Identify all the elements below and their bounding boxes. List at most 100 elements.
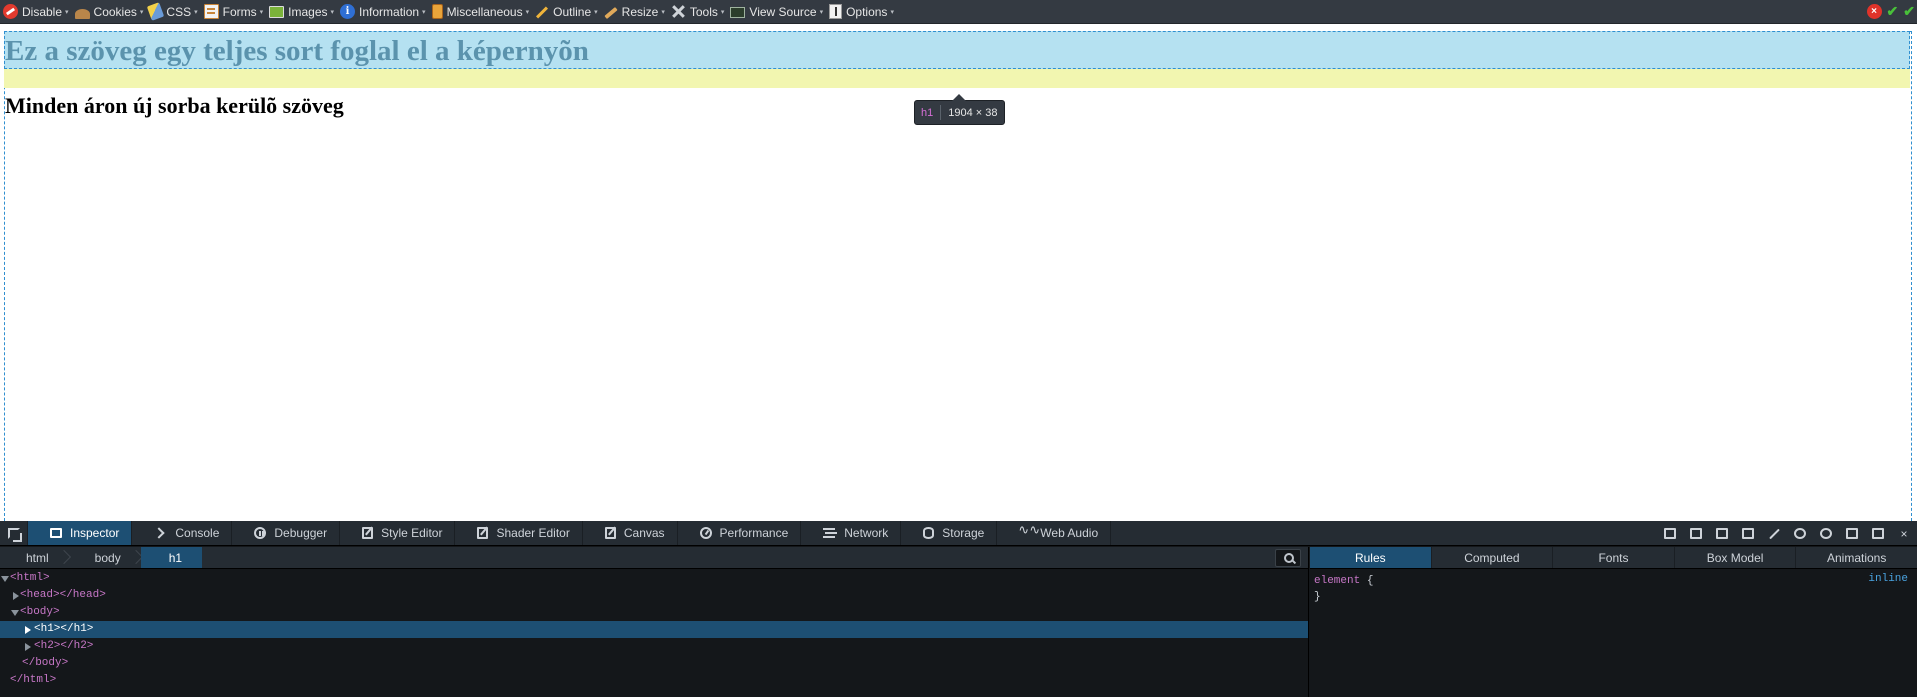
camera-icon xyxy=(1794,528,1806,539)
toolbar-information[interactable]: i Information ▾ xyxy=(339,0,431,24)
performance-icon xyxy=(699,527,712,539)
cookie-icon xyxy=(74,8,90,19)
paint-flashing-button[interactable] xyxy=(1709,521,1735,546)
breadcrumb-html[interactable]: html xyxy=(0,547,69,568)
page-viewport: Ez a szöveg egy teljes sort foglal el a … xyxy=(0,25,1917,521)
chevron-down-icon: ▾ xyxy=(819,8,824,16)
rules-view: element { } inline xyxy=(1310,569,1917,605)
rule-close-brace: } xyxy=(1314,591,1321,603)
storage-icon xyxy=(923,527,935,539)
page-heading-1: Ez a szöveg egy teljes sort foglal el a … xyxy=(5,35,589,67)
twisty-open-icon[interactable] xyxy=(1,576,9,582)
tab-network[interactable]: Network xyxy=(801,521,902,545)
chevron-down-icon: ▾ xyxy=(259,8,264,16)
responsive-mode-button[interactable] xyxy=(1735,521,1761,546)
check-icon[interactable]: ✔ xyxy=(1903,4,1915,19)
devtools-toolbox-buttons: × xyxy=(1657,521,1917,546)
toolbar-disable[interactable]: Disable ▾ xyxy=(2,0,74,24)
view-source-icon xyxy=(730,7,746,18)
tab-style-editor[interactable]: Style Editor xyxy=(340,521,456,545)
toolbar-images[interactable]: Images ▾ xyxy=(268,0,339,24)
highlighter-infobar: h1 1904 × 38 xyxy=(914,94,1005,125)
frame-select-button[interactable] xyxy=(1657,521,1683,546)
options-button[interactable] xyxy=(1813,521,1839,546)
chevron-down-icon: ▾ xyxy=(422,8,426,16)
tab-box-model[interactable]: Box Model xyxy=(1675,547,1797,568)
toolbar-outline[interactable]: Outline ▾ xyxy=(534,0,603,24)
forms-icon xyxy=(203,4,219,19)
tab-rules[interactable]: Rules xyxy=(1310,547,1432,568)
toolbar-tools[interactable]: Tools ▾ xyxy=(670,0,730,24)
breadcrumb-h1[interactable]: h1 xyxy=(140,547,203,568)
tree-node-html-close[interactable]: </html> xyxy=(0,672,1308,689)
page-heading-2: Minden áron új sorba kerülõ szöveg xyxy=(5,93,344,118)
toolbar-view-source[interactable]: View Source ▾ xyxy=(729,0,828,24)
tab-web-audio[interactable]: Web Audio xyxy=(997,521,1112,545)
canvas-icon xyxy=(604,527,616,539)
pick-element-icon xyxy=(7,527,22,542)
tree-node-body-close[interactable]: </body> xyxy=(0,655,1308,672)
split-console-button[interactable] xyxy=(1683,521,1709,546)
sidebar-tabs: Rules Computed Fonts Box Model Animation… xyxy=(1310,547,1917,569)
toolbar-miscellaneous[interactable]: Miscellaneous ▾ xyxy=(431,0,535,24)
dock-side-icon xyxy=(1846,528,1858,539)
inspector-icon xyxy=(50,528,62,538)
chevron-down-icon: ▾ xyxy=(594,8,598,16)
tab-console[interactable]: Console xyxy=(132,521,233,545)
dock-side-button[interactable] xyxy=(1839,521,1865,546)
toolbar-forms[interactable]: Forms ▾ xyxy=(203,0,269,24)
toolbar-options[interactable]: Options ▾ xyxy=(828,0,899,24)
tab-shader-editor[interactable]: Shader Editor xyxy=(455,521,583,545)
tab-canvas[interactable]: Canvas xyxy=(583,521,678,545)
tab-animations[interactable]: Animations xyxy=(1796,547,1917,568)
twisty-open-icon[interactable] xyxy=(11,610,19,616)
breadcrumb: html body h1 xyxy=(0,547,1308,569)
rule-open-brace: { xyxy=(1366,575,1374,587)
chevron-down-icon: ▾ xyxy=(65,8,69,16)
style-editor-icon xyxy=(362,527,374,539)
web-audio-icon xyxy=(1018,522,1040,539)
tab-debugger[interactable]: Debugger xyxy=(232,521,341,545)
tab-computed[interactable]: Computed xyxy=(1432,547,1554,568)
sidebar-panel: Rules Computed Fonts Box Model Animation… xyxy=(1310,547,1917,697)
breadcrumb-body[interactable]: body xyxy=(69,547,141,568)
tree-node-html[interactable]: <html> xyxy=(0,570,1308,587)
check-icon[interactable]: ✔ xyxy=(1887,4,1899,19)
chevron-down-icon: ▾ xyxy=(720,8,725,16)
tree-node-h1[interactable]: <h1></h1> xyxy=(0,621,1308,638)
h1-margin-highlight xyxy=(4,69,1910,88)
error-icon[interactable]: × xyxy=(1866,4,1882,19)
chevron-down-icon: ▾ xyxy=(330,8,335,16)
tree-node-head[interactable]: <head></head> xyxy=(0,587,1308,604)
tree-node-body[interactable]: <body> xyxy=(0,604,1308,621)
outline-icon xyxy=(536,6,549,19)
undock-button[interactable] xyxy=(1865,521,1891,546)
toolbar-css[interactable]: CSS ▾ xyxy=(147,0,202,24)
toolbar-resize[interactable]: Resize ▾ xyxy=(603,0,670,24)
tab-storage[interactable]: Storage xyxy=(901,521,998,545)
screenshot-button[interactable] xyxy=(1787,521,1813,546)
twisty-closed-icon[interactable] xyxy=(25,626,31,634)
tab-performance[interactable]: Performance xyxy=(678,521,802,545)
twisty-closed-icon[interactable] xyxy=(13,592,19,600)
undock-icon xyxy=(1872,528,1884,539)
eyedropper-button[interactable] xyxy=(1761,521,1787,546)
eyedropper-icon xyxy=(1768,528,1780,539)
tree-node-h2[interactable]: <h2></h2> xyxy=(0,638,1308,655)
tab-inspector[interactable]: Inspector xyxy=(28,521,133,545)
rule-source-link[interactable]: inline xyxy=(1868,573,1908,585)
frames-icon xyxy=(1664,528,1676,539)
tab-fonts[interactable]: Fonts xyxy=(1553,547,1675,568)
close-devtools-button[interactable]: × xyxy=(1891,521,1917,546)
resize-icon xyxy=(604,6,618,19)
infobar-tag: h1 xyxy=(921,106,934,119)
gear-icon xyxy=(1820,528,1832,539)
infobar-dimensions: 1904 × 38 xyxy=(948,106,998,119)
twisty-closed-icon[interactable] xyxy=(25,643,31,651)
css-icon xyxy=(147,2,165,21)
element-picker-button[interactable] xyxy=(0,521,28,545)
toolbar-cookies[interactable]: Cookies ▾ xyxy=(74,0,149,24)
information-icon: i xyxy=(340,4,356,19)
markup-search-button[interactable] xyxy=(1275,549,1301,567)
markup-panel: html body h1 <html> <head></head> <body>… xyxy=(0,547,1309,697)
